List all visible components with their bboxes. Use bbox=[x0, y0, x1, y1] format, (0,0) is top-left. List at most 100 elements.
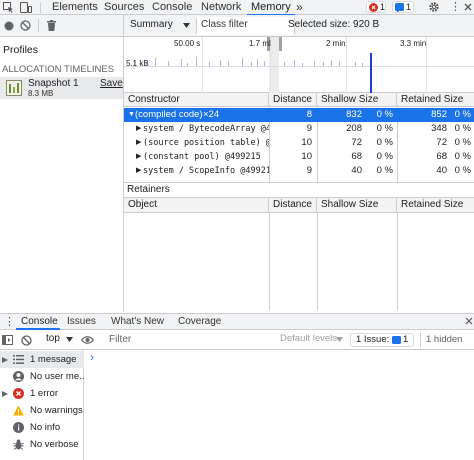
allocation-spike bbox=[302, 63, 303, 66]
view-select-value: Summary bbox=[130, 19, 173, 30]
table-row[interactable]: ▼ (compiled code) ×24 8 832 0 % 852 0 % bbox=[124, 108, 474, 122]
distance-value: 10 bbox=[301, 151, 312, 162]
device-toolbar-icon[interactable] bbox=[20, 2, 32, 13]
inspect-icon[interactable] bbox=[3, 2, 14, 13]
save-link[interactable]: Save bbox=[100, 78, 123, 89]
settings-gear-icon[interactable] bbox=[428, 1, 440, 13]
retainers-title: Retainers bbox=[127, 184, 170, 195]
column-header-distance[interactable]: Distance bbox=[269, 198, 317, 213]
retained-size-value: 348 bbox=[431, 123, 447, 134]
sidebar-item-verbose[interactable]: No verbose bbox=[0, 436, 84, 453]
issues-button[interactable]: 1 Issue: 1 bbox=[350, 333, 414, 347]
console-prompt[interactable]: › bbox=[90, 350, 94, 364]
drawer-tab-coverage[interactable]: Coverage bbox=[178, 316, 221, 327]
retained-size-value: 68 bbox=[436, 151, 447, 162]
allocation-spike bbox=[251, 62, 252, 66]
retained-size-percent: 0 % bbox=[454, 151, 471, 162]
drawer-tab-issues[interactable]: Issues bbox=[67, 316, 96, 327]
allocation-spike bbox=[220, 60, 221, 66]
more-options-icon[interactable]: ⋮ bbox=[450, 1, 461, 13]
allocation-spike bbox=[331, 60, 332, 66]
drawer-tab-bar: ⋮ Console Issues What's New Coverage bbox=[0, 313, 474, 330]
drawer-tab-console[interactable]: Console bbox=[21, 316, 58, 327]
constructor-name: (constant pool) @499215 bbox=[143, 152, 261, 162]
retainers-section-header[interactable]: Retainers bbox=[124, 182, 474, 198]
table-row[interactable]: ▶ system / ScopeInfo @499213 9 40 0 % 40… bbox=[124, 164, 474, 178]
view-select[interactable]: Summary bbox=[124, 18, 194, 34]
column-header-object[interactable]: Object bbox=[124, 198, 269, 213]
retainers-table: Object Distance Shallow Size Retained Si… bbox=[124, 198, 474, 311]
drawer-menu-icon[interactable]: ⋮ bbox=[4, 315, 15, 329]
column-divider bbox=[317, 213, 318, 311]
close-drawer-icon[interactable] bbox=[465, 316, 473, 326]
allocation-spike bbox=[339, 61, 340, 66]
expand-triangle-icon bbox=[2, 391, 8, 397]
expand-triangle-icon bbox=[2, 357, 8, 363]
tab-sources[interactable]: Sources bbox=[104, 0, 144, 15]
sidebar-item-info[interactable]: No info bbox=[0, 419, 84, 436]
close-devtools-icon[interactable] bbox=[463, 1, 473, 13]
sidebar-item-warnings[interactable]: No warnings bbox=[0, 402, 84, 419]
sidebar-item-errors[interactable]: 1 error bbox=[0, 385, 84, 402]
column-header-retained-size[interactable]: Retained Size bbox=[397, 198, 474, 213]
timeline-y-label: 5.1 kB bbox=[126, 59, 149, 68]
constructor-table-header: Constructor Distance Shallow Size Retain… bbox=[124, 93, 474, 107]
allocation-spike bbox=[187, 63, 188, 66]
clear-icon[interactable] bbox=[20, 20, 31, 31]
class-filter-input[interactable]: Class filter bbox=[197, 17, 294, 35]
retained-size-value: 40 bbox=[436, 165, 447, 176]
allocation-spike bbox=[284, 62, 285, 66]
allocation-spike bbox=[209, 62, 210, 66]
record-icon[interactable] bbox=[4, 21, 14, 31]
divider bbox=[38, 19, 39, 32]
retained-size-percent: 0 % bbox=[454, 109, 471, 120]
sidebar-toggle-icon[interactable] bbox=[2, 335, 13, 345]
console-filter-input[interactable]: Filter bbox=[101, 332, 271, 348]
console-toolbar: top Filter Default levels 1 Issue: 1 1 h… bbox=[0, 330, 474, 350]
issues-counter[interactable]: 1 bbox=[392, 1, 414, 13]
constructor-name: system / ScopeInfo @499213 bbox=[143, 166, 269, 176]
table-row[interactable]: ▶ (constant pool) @499215 10 68 0 % 68 0… bbox=[124, 150, 474, 164]
allocation-spike bbox=[155, 58, 156, 66]
tab-network[interactable]: Network bbox=[201, 0, 241, 15]
shallow-size-percent: 0 % bbox=[376, 137, 393, 148]
error-counter[interactable]: 1 bbox=[366, 1, 386, 13]
sidebar-item-messages[interactable]: 1 message bbox=[0, 351, 84, 368]
list-icon bbox=[13, 355, 24, 364]
tab-elements[interactable]: Elements bbox=[52, 0, 98, 15]
allocation-spike bbox=[362, 63, 363, 66]
trash-icon[interactable] bbox=[47, 20, 56, 31]
main-tab-bar: Elements Sources Console Network Memory … bbox=[0, 0, 474, 16]
column-header-shallow-size[interactable]: Shallow Size bbox=[317, 198, 397, 213]
distance-value: 9 bbox=[306, 123, 312, 134]
clear-console-icon[interactable] bbox=[21, 335, 32, 346]
allocation-timeline[interactable]: 50.00 s 1.7 ml 2 min 3.3 min 5.1 kB bbox=[124, 37, 474, 93]
drawer-tab-whats-new[interactable]: What's New bbox=[111, 316, 164, 327]
sidebar-item-user-messages[interactable]: No user me... bbox=[0, 368, 84, 385]
column-header-retained-size[interactable]: Retained Size bbox=[397, 93, 474, 107]
allocation-spike bbox=[355, 62, 356, 66]
allocation-spike bbox=[323, 62, 324, 66]
allocation-bar bbox=[370, 53, 372, 93]
distance-value: 9 bbox=[306, 165, 312, 176]
error-count: 1 bbox=[380, 2, 386, 12]
column-header-distance[interactable]: Distance bbox=[269, 93, 317, 107]
retained-size-value: 852 bbox=[431, 109, 447, 120]
tab-memory[interactable]: Memory bbox=[247, 0, 295, 16]
column-header-shallow-size[interactable]: Shallow Size bbox=[317, 93, 397, 107]
sidebar-item-label: No user me... bbox=[30, 371, 84, 382]
log-levels-select[interactable]: Default levels bbox=[274, 333, 344, 347]
error-icon bbox=[369, 3, 378, 12]
console-sidebar: 1 message No user me... 1 error No warni… bbox=[0, 350, 84, 460]
table-row[interactable]: ▶ (source position table) @4 10 72 0 % 7… bbox=[124, 136, 474, 150]
timeline-tick: 50.00 s bbox=[174, 39, 201, 48]
live-expression-eye-icon[interactable] bbox=[81, 335, 94, 345]
snapshot-item[interactable]: Snapshot 1 8.3 MB Save bbox=[0, 77, 123, 99]
hidden-count: 1 hidden bbox=[426, 334, 463, 345]
shallow-size-value: 68 bbox=[351, 151, 362, 162]
allocation-spike bbox=[181, 59, 182, 66]
table-row[interactable]: ▶ system / BytecodeArray @499 9 208 0 % … bbox=[124, 122, 474, 136]
tab-console[interactable]: Console bbox=[152, 0, 192, 15]
more-tabs-button[interactable]: » bbox=[296, 0, 303, 15]
column-header-constructor[interactable]: Constructor bbox=[124, 93, 269, 107]
